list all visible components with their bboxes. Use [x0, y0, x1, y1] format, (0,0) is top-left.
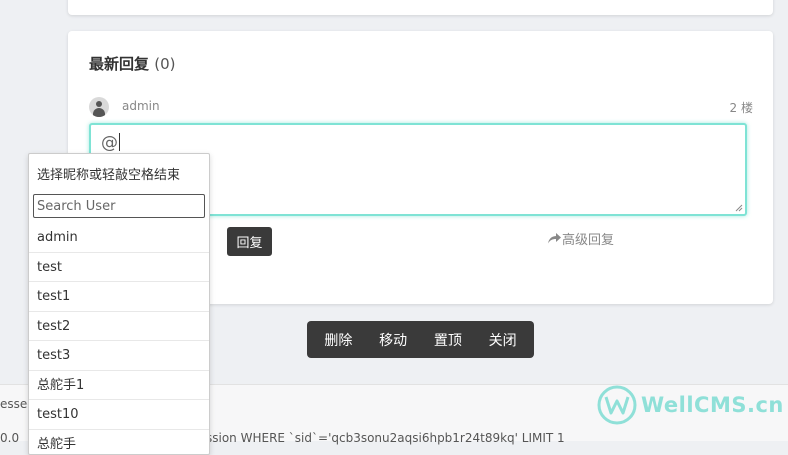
user-option[interactable]: test1 — [29, 282, 209, 312]
search-user-input[interactable] — [33, 194, 205, 218]
footer-debug-sql: ssion WHERE `sid`='qcb3sonu2aqsi6hpb1r24… — [206, 431, 565, 445]
close-button[interactable]: 关闭 — [489, 330, 517, 350]
post-meta: admin 2 楼 — [89, 97, 753, 119]
reply-button[interactable]: 回复 — [227, 227, 272, 256]
post-username[interactable]: admin — [122, 99, 160, 113]
user-option[interactable]: test2 — [29, 312, 209, 342]
advanced-reply-link[interactable]: 高级回复 — [548, 229, 614, 248]
user-option[interactable]: 总舵手1 — [29, 371, 209, 401]
user-option[interactable]: admin — [29, 223, 209, 253]
pin-button[interactable]: 置顶 — [434, 330, 462, 350]
section-title: 最新回复 (0) — [89, 53, 176, 74]
post-floor: 2 楼 — [730, 99, 753, 116]
footer-debug-time: 0.0 — [0, 431, 19, 445]
user-icon-body — [93, 108, 105, 117]
reply-text: @ — [101, 133, 118, 153]
wellcms-logo[interactable]: WellCMS.cn — [597, 384, 784, 426]
advanced-reply-label: 高级回复 — [562, 229, 614, 248]
user-option[interactable]: 总舵手 — [29, 430, 209, 455]
logo-text: WellCMS.cn — [641, 393, 784, 417]
previous-card — [68, 0, 773, 15]
user-option[interactable]: test — [29, 253, 209, 283]
user-option[interactable]: test10 — [29, 400, 209, 430]
moderation-toolbar: 删除 移动 置顶 关闭 — [307, 321, 534, 358]
user-option[interactable]: test3 — [29, 341, 209, 371]
section-title-text: 最新回复 — [89, 55, 149, 73]
move-button[interactable]: 移动 — [379, 330, 407, 350]
mention-dropdown: 选择昵称或轻敲空格结束 admin test test1 test2 test3… — [28, 153, 210, 455]
logo-mark-icon — [597, 385, 637, 425]
mention-dropdown-title: 选择昵称或轻敲空格结束 — [37, 164, 180, 183]
text-caret — [119, 133, 120, 151]
user-icon — [96, 101, 102, 107]
resize-grip-icon[interactable] — [735, 204, 743, 212]
avatar[interactable] — [89, 97, 109, 117]
delete-button[interactable]: 删除 — [324, 330, 352, 350]
share-icon — [548, 233, 561, 244]
user-list: admin test test1 test2 test3 总舵手1 test10… — [29, 223, 209, 455]
reply-count: (0) — [154, 55, 175, 73]
